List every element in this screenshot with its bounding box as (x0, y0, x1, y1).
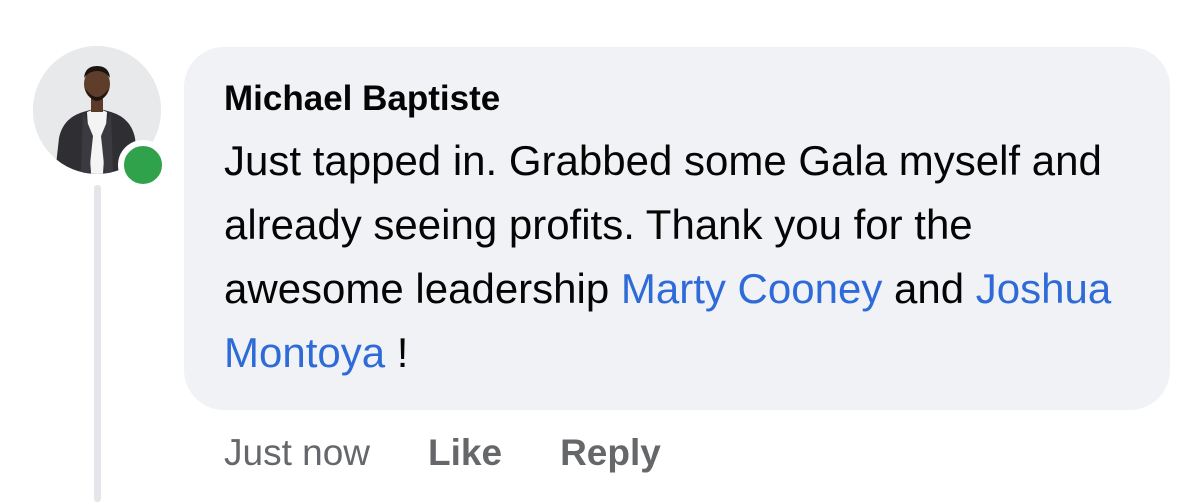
reply-thread-line (94, 185, 101, 502)
comment-actions: Just now Like Reply (224, 430, 719, 476)
like-button[interactable]: Like (428, 430, 502, 476)
comment-timestamp[interactable]: Just now (224, 430, 370, 476)
reply-button[interactable]: Reply (560, 430, 661, 476)
online-status-indicator (118, 140, 168, 190)
comment-text: Just tapped in. Grabbed some Gala myself… (224, 129, 1134, 385)
comment-text-part: ! (385, 329, 409, 376)
mention-marty-cooney[interactable]: Marty Cooney (621, 265, 882, 312)
comment-text-part: and (882, 265, 976, 312)
comment-author-name[interactable]: Michael Baptiste (224, 77, 500, 121)
comment-bubble: Michael Baptiste Just tapped in. Grabbed… (184, 47, 1170, 410)
